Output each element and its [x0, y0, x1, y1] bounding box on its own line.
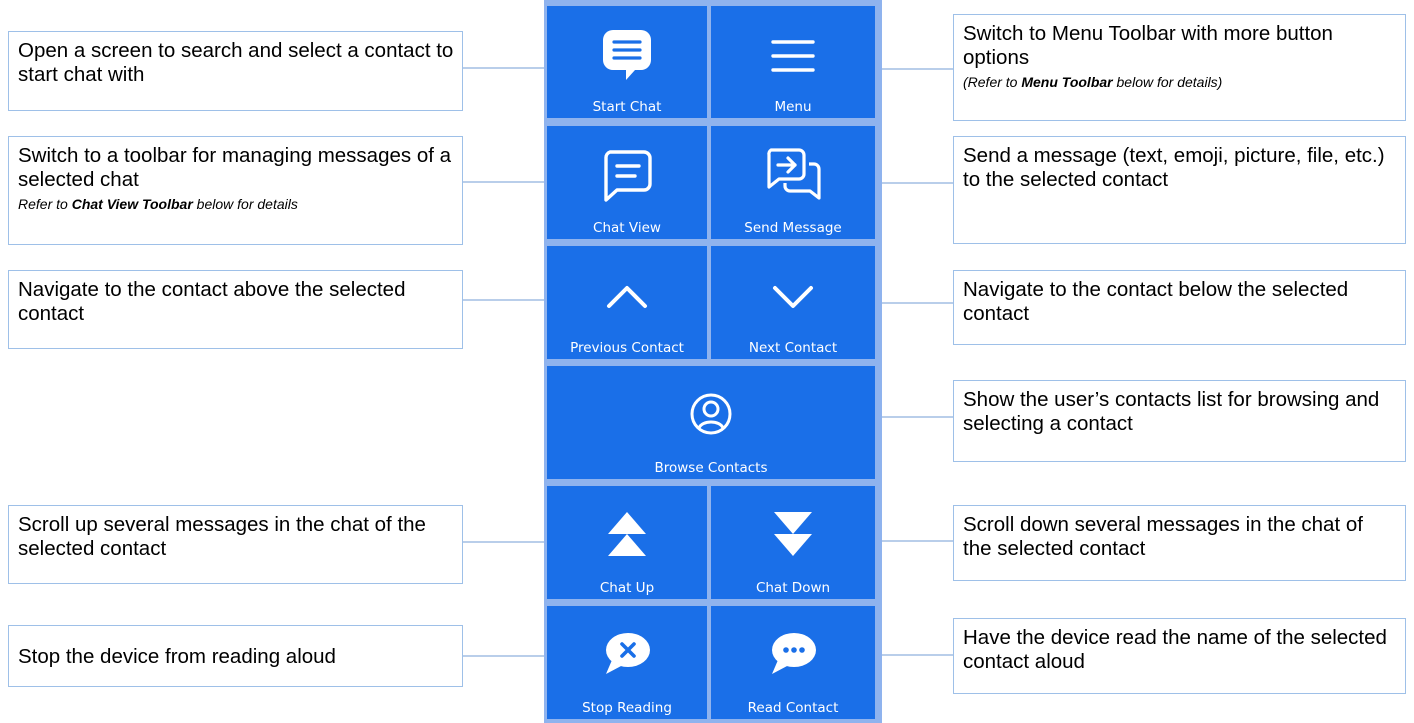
callout-read-contact-text: Have the device read the name of the sel… [963, 626, 1387, 673]
next-contact-label: Next Contact [748, 340, 838, 356]
callout-previous-contact: Navigate to the contact above the select… [8, 270, 463, 349]
browse-contacts-button[interactable]: Browse Contacts [547, 366, 875, 479]
chat-outline-icon [604, 150, 652, 202]
callout-chat-up: Scroll up several messages in the chat o… [8, 505, 463, 584]
callout-browse-contacts: Show the user’s contacts list for browsi… [953, 380, 1406, 462]
previous-contact-button[interactable]: Previous Contact [547, 246, 707, 359]
chat-up-button[interactable]: Chat Up [547, 486, 707, 599]
double-arrow-up-icon [608, 512, 646, 556]
chevron-down-icon [773, 286, 813, 308]
callout-next-contact-text: Navigate to the contact below the select… [963, 278, 1349, 325]
callout-chat-down-text: Scroll down several messages in the chat… [963, 513, 1363, 560]
callout-chat-view-note: Refer to Chat View Toolbar below for det… [18, 196, 298, 212]
chevron-up-icon [607, 286, 647, 308]
callout-menu-text: Switch to Menu Toolbar with more button … [963, 22, 1333, 69]
callout-menu: Switch to Menu Toolbar with more button … [953, 14, 1406, 121]
ellipsis-bubble-icon [772, 633, 816, 674]
person-circle-icon [690, 393, 732, 435]
read-contact-button[interactable]: Read Contact [711, 606, 875, 719]
send-message-icon [767, 148, 821, 200]
chat-down-button[interactable]: Chat Down [711, 486, 875, 599]
start-chat-label: Start Chat [592, 99, 662, 115]
menu-label: Menu [774, 99, 812, 115]
chat-view-label: Chat View [593, 220, 661, 236]
callout-browse-contacts-text: Show the user’s contacts list for browsi… [963, 388, 1380, 435]
next-contact-button[interactable]: Next Contact [711, 246, 875, 359]
callout-next-contact: Navigate to the contact below the select… [953, 270, 1406, 345]
callout-chat-view: Switch to a toolbar for managing message… [8, 136, 463, 245]
hamburger-menu-icon [771, 40, 815, 72]
chat-up-label: Chat Up [599, 580, 655, 596]
chat-down-label: Chat Down [755, 580, 831, 596]
callout-start-chat-text: Open a screen to search and select a con… [18, 39, 454, 86]
stop-reading-bubble-icon [606, 633, 650, 674]
main-toolbar: Start Chat Menu Chat View Send Message P… [544, 0, 882, 723]
callout-menu-note: (Refer to Menu Toolbar below for details… [963, 74, 1223, 90]
callout-read-contact: Have the device read the name of the sel… [953, 618, 1406, 694]
callout-send-message: Send a message (text, emoji, picture, fi… [953, 136, 1406, 244]
previous-contact-label: Previous Contact [570, 340, 684, 356]
start-chat-button[interactable]: Start Chat [547, 6, 707, 118]
callout-stop-reading-text: Stop the device from reading aloud [18, 644, 336, 668]
callout-start-chat: Open a screen to search and select a con… [8, 31, 463, 111]
chat-view-button[interactable]: Chat View [547, 126, 707, 239]
callout-stop-reading: Stop the device from reading aloud [8, 625, 463, 687]
callout-send-message-text: Send a message (text, emoji, picture, fi… [963, 144, 1385, 191]
stop-reading-label: Stop Reading [582, 700, 672, 716]
menu-button[interactable]: Menu [711, 6, 875, 118]
send-message-label: Send Message [744, 220, 842, 236]
browse-contacts-label: Browse Contacts [654, 460, 768, 476]
callout-chat-up-text: Scroll up several messages in the chat o… [18, 513, 426, 560]
send-message-button[interactable]: Send Message [711, 126, 875, 239]
callout-previous-contact-text: Navigate to the contact above the select… [18, 278, 406, 325]
callout-chat-down: Scroll down several messages in the chat… [953, 505, 1406, 581]
double-arrow-down-icon [774, 512, 812, 556]
read-contact-label: Read Contact [747, 700, 839, 716]
speech-bubble-lines-icon [603, 30, 651, 80]
stop-reading-button[interactable]: Stop Reading [547, 606, 707, 719]
callout-chat-view-text: Switch to a toolbar for managing message… [18, 144, 452, 191]
